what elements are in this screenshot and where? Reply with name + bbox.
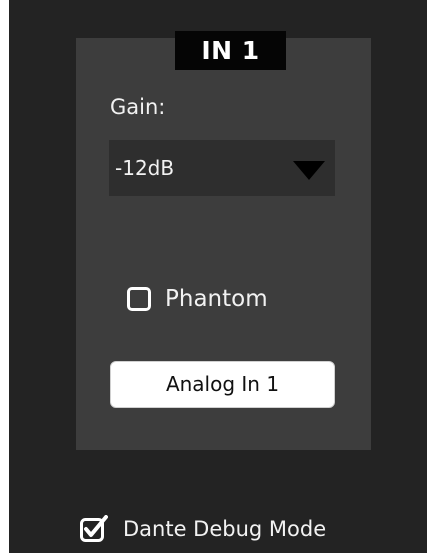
chevron-down-icon bbox=[293, 161, 325, 180]
dante-debug-toggle[interactable]: Dante Debug Mode bbox=[80, 507, 326, 551]
channel-title: IN 1 bbox=[175, 31, 286, 70]
gain-label: Gain: bbox=[110, 95, 166, 119]
checkbox-empty-icon[interactable] bbox=[127, 287, 151, 311]
phantom-power-toggle[interactable]: Phantom bbox=[127, 280, 268, 318]
channel-name-field[interactable]: Analog In 1 bbox=[110, 361, 335, 408]
checkbox-checked-icon[interactable] bbox=[80, 515, 108, 543]
gain-value: -12dB bbox=[115, 156, 175, 180]
gain-dropdown[interactable]: -12dB bbox=[109, 140, 335, 196]
debug-label: Dante Debug Mode bbox=[123, 517, 327, 541]
phantom-label: Phantom bbox=[165, 286, 268, 312]
